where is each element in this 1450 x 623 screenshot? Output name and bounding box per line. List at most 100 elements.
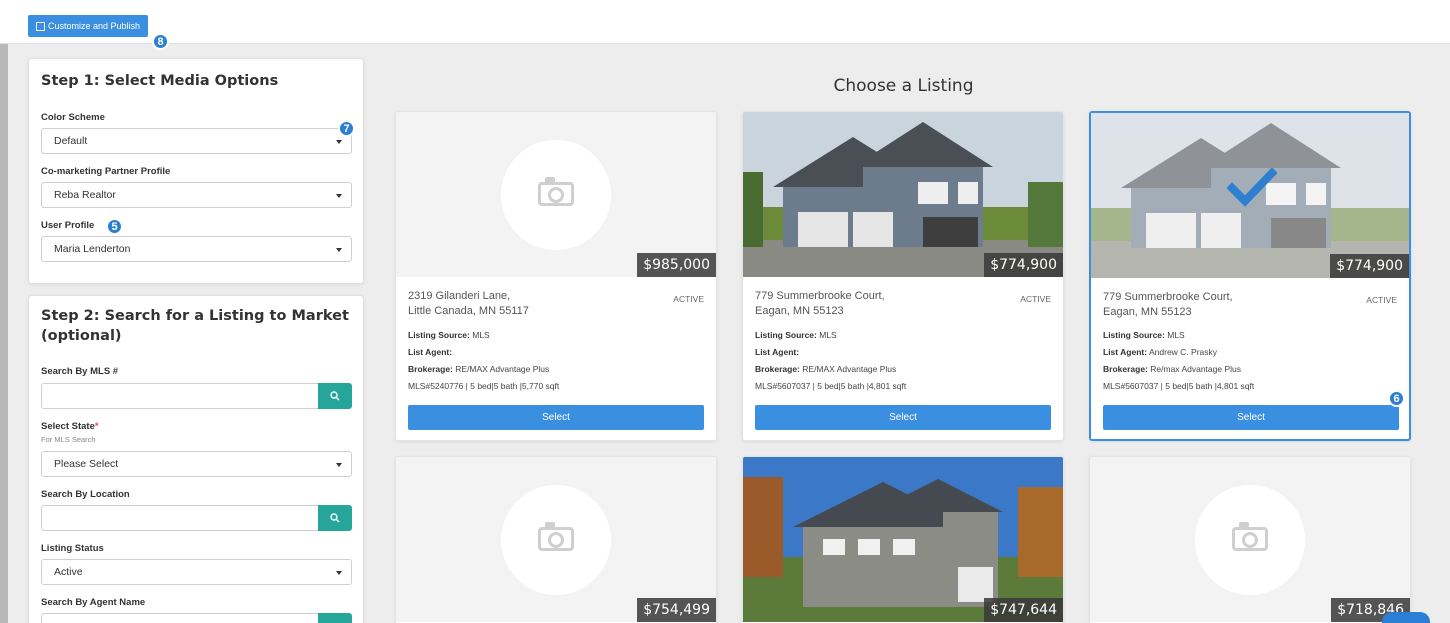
listing-card: $747,644 [742, 456, 1064, 623]
color-scheme-label: Color Scheme [41, 112, 105, 123]
listing-photo: $774,900 [743, 112, 1063, 277]
location-search-button[interactable] [318, 505, 352, 531]
brokerage-value: RE/MAX Advantage Plus [455, 364, 550, 374]
listing-photo-placeholder: $754,499 [396, 457, 716, 622]
listing-card: $985,000 2319 Gilanderi Lane, Little Can… [395, 111, 717, 441]
color-scheme-value: Default [54, 135, 88, 147]
user-profile-label: User Profile [41, 220, 95, 231]
source-label: Listing Source: [755, 330, 817, 340]
listing-card: $774,900 779 Summerbrooke Court, Eagan, … [742, 111, 1064, 441]
listing-status: ACTIVE [673, 294, 704, 304]
brokerage-label: Brokerage: [1103, 364, 1148, 374]
location-search-label: Search By Location [41, 489, 130, 500]
location-search-input[interactable] [41, 505, 318, 531]
agent-name-input[interactable] [41, 613, 318, 623]
chevron-down-icon [336, 248, 342, 252]
listing-source: Listing Source: MLS [408, 330, 490, 340]
location-search-row [41, 505, 352, 531]
listing-photo: $747,644 [743, 457, 1063, 622]
listing-address-line2: Eagan, MN 55123 [755, 305, 844, 317]
chevron-down-icon [336, 571, 342, 575]
mls-search-row [41, 383, 352, 409]
customize-publish-button[interactable]: Customize and Publish [28, 15, 149, 37]
checkmark-icon [1227, 168, 1277, 207]
agent-value: Andrew C. Prasky [1148, 347, 1218, 357]
listing-source: Listing Source: MLS [1103, 330, 1185, 340]
agent-label: List Agent: [755, 347, 800, 357]
partner-profile-select[interactable]: Reba Realtor [41, 182, 352, 208]
state-select[interactable]: Please Select [41, 451, 352, 477]
listing-status: ACTIVE [1020, 294, 1051, 304]
listing-card-selected: $774,900 779 Summerbrooke Court, Eagan, … [1089, 111, 1411, 441]
listing-price: $774,900 [984, 253, 1063, 277]
agent-name-label: Search By Agent Name [41, 597, 146, 608]
listing-source: Listing Source: MLS [755, 330, 837, 340]
listing-brokerage: Brokerage: RE/MAX Advantage Plus [755, 364, 896, 374]
search-icon [330, 391, 340, 401]
listing-agent: List Agent: [408, 347, 452, 357]
listing-details: MLS#5607037 | 5 bed|5 bath |4,801 sqft [755, 381, 907, 391]
listing-status: ACTIVE [1366, 295, 1397, 305]
required-mark: * [94, 421, 99, 432]
listing-details: MLS#5607037 | 5 bed|5 bath |4,801 sqft [1103, 381, 1255, 391]
listing-photo: $774,900 [1091, 113, 1409, 278]
user-profile-value: Maria Lenderton [54, 243, 131, 255]
listing-address-line1: 2319 Gilanderi Lane, [408, 290, 511, 302]
step1-title: Step 1: Select Media Options [41, 73, 279, 89]
agent-search-row [41, 613, 352, 623]
mls-search-input[interactable] [41, 383, 318, 409]
customize-publish-label: Customize and Publish [48, 21, 141, 31]
source-value: MLS [819, 330, 837, 340]
camera-icon [1195, 484, 1305, 595]
step2-panel: Step 2: Search for a Listing to Market (… [28, 295, 364, 623]
source-label: Listing Source: [408, 330, 470, 340]
step-badge-5: 5 [106, 218, 123, 235]
listing-agent: List Agent: Andrew C. Prasky [1103, 347, 1217, 357]
source-value: MLS [472, 330, 490, 340]
camera-icon [501, 484, 611, 595]
listing-price: $985,000 [637, 253, 716, 277]
listing-brokerage: Brokerage: Re/max Advantage Plus [1103, 364, 1241, 374]
chevron-down-icon [336, 194, 342, 198]
listing-address-line2: Little Canada, MN 55117 [408, 305, 529, 317]
listing-brokerage: Brokerage: RE/MAX Advantage Plus [408, 364, 549, 374]
step1-panel: Step 1: Select Media Options Color Schem… [28, 58, 364, 284]
left-edge-strip [0, 44, 8, 623]
step-badge-6: 6 [1388, 390, 1405, 407]
chevron-down-icon [336, 140, 342, 144]
mls-search-button[interactable] [318, 383, 352, 409]
select-listing-button[interactable]: Select [1103, 405, 1399, 430]
state-sublabel: For MLS Search [41, 435, 96, 444]
listing-price: $754,499 [637, 598, 716, 622]
select-listing-button[interactable]: Select [408, 405, 704, 430]
search-icon [330, 513, 340, 523]
state-label-text: Select State [41, 421, 95, 432]
color-scheme-select[interactable]: Default [41, 128, 352, 154]
select-listing-button[interactable]: Select [755, 405, 1051, 430]
listing-address-line2: Eagan, MN 55123 [1103, 306, 1192, 318]
top-toolbar: Customize and Publish 8 [0, 0, 1450, 50]
scrollbar[interactable] [1441, 44, 1450, 623]
user-profile-select[interactable]: Maria Lenderton [41, 236, 352, 262]
chevron-down-icon [336, 463, 342, 467]
mls-search-label: Search By MLS # [41, 366, 119, 377]
step-badge-7: 7 [338, 120, 355, 137]
state-value: Please Select [54, 458, 119, 470]
listing-address-line1: 779 Summerbrooke Court, [755, 290, 885, 302]
agent-search-button[interactable] [318, 613, 352, 623]
save-icon [36, 21, 45, 31]
step2-title-line1: Step 2: Search for a Listing to Market [41, 308, 349, 324]
listing-details: MLS#5240776 | 5 bed|5 bath |5,770 sqft [408, 381, 560, 391]
listing-status-select[interactable]: Active [41, 559, 352, 585]
camera-icon [501, 139, 611, 250]
agent-label: List Agent: [408, 347, 453, 357]
listing-status-value: Active [54, 566, 83, 578]
brokerage-value: Re/max Advantage Plus [1150, 364, 1241, 374]
step2-title-line2: (optional) [41, 328, 122, 344]
help-chat-button[interactable] [1382, 612, 1430, 623]
listing-card: $754,499 [395, 456, 717, 623]
listing-card: $718,846 [1089, 456, 1411, 623]
listing-price: $774,900 [1330, 254, 1409, 278]
agent-label: List Agent: [1103, 347, 1148, 357]
listing-photo-placeholder: $985,000 [396, 112, 716, 277]
